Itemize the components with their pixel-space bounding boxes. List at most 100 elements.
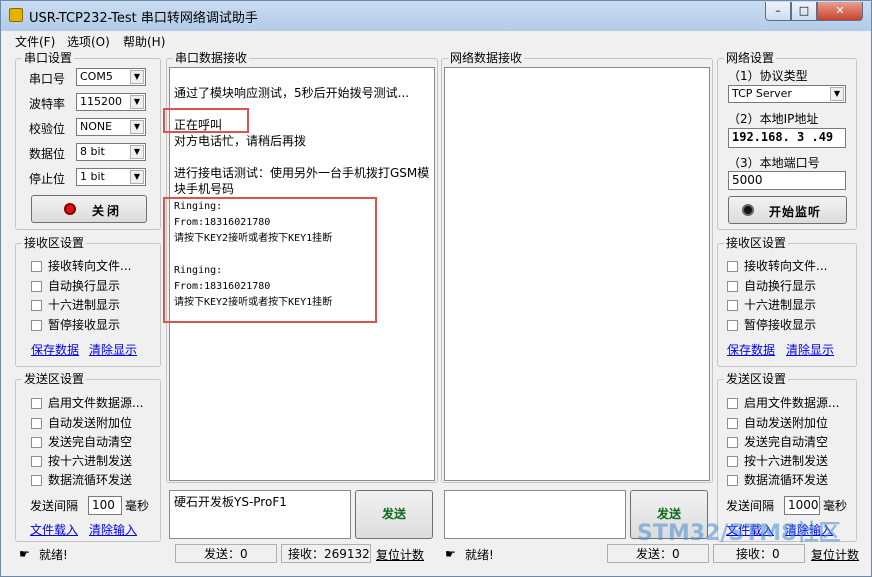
append-bit-label: 自动发送附加位 [48,416,133,430]
save-data-link[interactable]: 保存数据 [31,341,79,358]
app-icon [9,8,23,22]
auto-wrap-label: 自动换行显示 [48,279,121,293]
group-title: 接收区设置 [22,236,87,250]
menu-file[interactable]: 文件(F) [15,33,55,50]
stopbits-value: 1 bit [80,170,105,183]
net-send-input[interactable] [444,490,626,539]
chevron-down-icon: ▼ [130,120,144,134]
serial-send-button[interactable]: 发送 [355,490,433,539]
group-title: 网络数据接收 [448,51,525,65]
append-bit-label: 自动发送附加位 [744,416,829,430]
loop-send-checkbox[interactable] [31,475,42,486]
port-number-label: （3）本地端口号 [728,156,820,170]
interval-unit: 毫秒 [823,499,848,513]
file-source-label: 启用文件数据源... [744,396,840,410]
baud-label: 波特率 [29,97,66,111]
hex-send-checkbox[interactable] [727,456,738,467]
auto-clear-label: 发送完自动清空 [48,435,133,449]
parity-value: NONE [80,120,113,133]
protocol-select[interactable]: TCP Server ▼ [728,85,846,103]
databits-select[interactable]: 8 bit ▼ [76,143,146,161]
recv-to-file-checkbox[interactable] [727,261,738,272]
auto-wrap-checkbox[interactable] [727,281,738,292]
loop-send-checkbox[interactable] [727,475,738,486]
protocol-value: TCP Server [732,87,792,100]
serial-send-input[interactable]: 硬石开发板YS-ProF1 [169,490,351,539]
menu-options[interactable]: 选项(O) [67,33,110,50]
close-window-button[interactable]: ✕ [817,2,863,21]
chevron-down-icon: ▼ [130,170,144,184]
hex-display-checkbox[interactable] [727,300,738,311]
group-title: 串口数据接收 [173,51,250,65]
reset-count-button[interactable]: 复位计数 [811,546,859,563]
port-number-input[interactable]: 5000 [728,171,846,190]
auto-clear-checkbox[interactable] [31,437,42,448]
chevron-down-icon: ▼ [130,70,144,84]
status-ready: 就绪! [39,548,68,562]
stopbits-select[interactable]: 1 bit ▼ [76,168,146,186]
port-select[interactable]: COM5 ▼ [76,68,146,86]
interval-label: 发送间隔 [30,499,79,513]
close-port-button[interactable]: 关闭 [31,195,147,223]
pause-display-label: 暂停接收显示 [744,318,817,332]
baud-select[interactable]: 115200 ▼ [76,93,146,111]
databits-value: 8 bit [80,145,105,158]
file-load-link[interactable]: 文件载入 [30,521,78,538]
group-title: 接收区设置 [724,236,789,250]
interval-input[interactable]: 100 [88,496,122,515]
status-recv-count: 接收：269132 [281,544,371,563]
save-data-link[interactable]: 保存数据 [727,341,775,358]
hex-display-label: 十六进制显示 [48,298,121,312]
hex-display-checkbox[interactable] [31,300,42,311]
menu-bar: 文件(F) 选项(O) 帮助(H) [1,31,871,49]
minimize-button[interactable]: – [765,2,791,21]
parity-select[interactable]: NONE ▼ [76,118,146,136]
send-text: 硬石开发板YS-ProF1 [174,495,287,509]
port-label: 串口号 [29,72,66,86]
loop-send-label: 数据流循环发送 [48,473,133,487]
record-icon [64,203,76,215]
hex-send-checkbox[interactable] [31,456,42,467]
append-bit-checkbox[interactable] [31,418,42,429]
recv-to-file-checkbox[interactable] [31,261,42,272]
window-title: USR-TCP232-Test 串口转网络调试助手 [29,11,258,26]
status-ready: 就绪! [465,548,494,562]
menu-help[interactable]: 帮助(H) [123,33,165,50]
recv-line: 通过了模块响应测试，5秒后开始拨号测试... [174,86,410,100]
start-listen-button[interactable]: 开始监听 [728,196,847,224]
pause-display-checkbox[interactable] [727,320,738,331]
interval-unit: 毫秒 [125,499,150,513]
ip-input[interactable]: 192.168. 3 .49 [728,128,846,148]
maximize-button[interactable]: □ [791,2,817,21]
recv-line: 块手机号码 [174,182,235,196]
clear-input-link[interactable]: 清除输入 [89,521,137,538]
recv-to-file-label: 接收转向文件... [744,259,828,273]
file-source-checkbox[interactable] [31,398,42,409]
clear-display-link[interactable]: 清除显示 [89,341,137,358]
recv-line: 进行接电话测试：使用另外一台手机拨打GSM模 [174,166,430,180]
hex-send-label: 按十六进制发送 [48,454,133,468]
net-recv-textarea[interactable] [444,67,710,481]
auto-clear-checkbox[interactable] [727,437,738,448]
clear-display-link[interactable]: 清除显示 [786,341,834,358]
pause-display-checkbox[interactable] [31,320,42,331]
hand-icon: ☛ [19,547,30,561]
group-title: 网络设置 [724,51,777,65]
reset-count-button[interactable]: 复位计数 [376,546,424,563]
auto-wrap-checkbox[interactable] [31,281,42,292]
highlight-box [163,108,249,133]
append-bit-checkbox[interactable] [727,418,738,429]
hex-send-label: 按十六进制发送 [744,454,829,468]
watermark: STM32/STM8社区 [637,521,841,546]
pause-display-label: 暂停接收显示 [48,318,121,332]
chevron-down-icon: ▼ [130,95,144,109]
interval-input[interactable]: 1000 [784,496,820,515]
stopbits-label: 停止位 [29,172,66,186]
file-source-checkbox[interactable] [727,398,738,409]
parity-label: 校验位 [29,122,66,136]
group-title: 发送区设置 [724,372,789,386]
start-listen-label: 开始监听 [769,205,822,219]
close-port-label: 关闭 [92,204,123,218]
baud-value: 115200 [80,95,122,108]
group-title: 串口设置 [22,51,75,65]
